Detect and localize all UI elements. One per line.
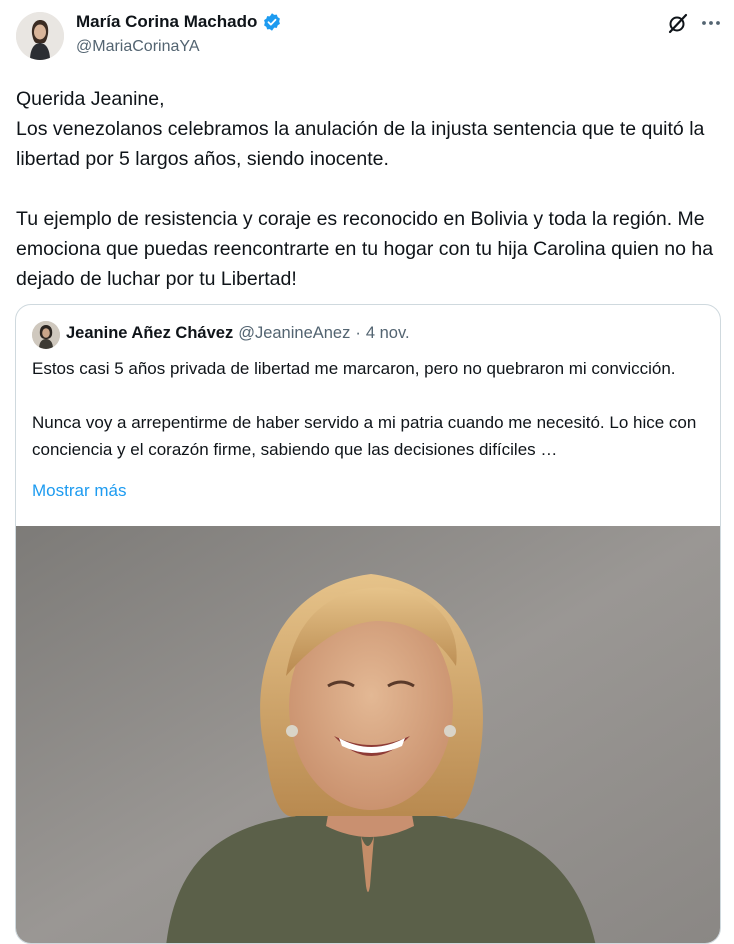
quoted-author-name[interactable]: Jeanine Añez Chávez: [66, 324, 233, 343]
author-handle[interactable]: @MariaCorinaYA: [76, 38, 200, 56]
quoted-tweet-text: Estos casi 5 años privada de libertad me…: [32, 359, 697, 459]
portrait-photo[interactable]: [16, 526, 721, 944]
quoted-tweet-card[interactable]: Jeanine Añez Chávez @JeanineAnez · 4 nov…: [15, 304, 721, 944]
quoted-avatar-image: [32, 321, 60, 349]
quoted-tweet-date[interactable]: 4 nov.: [366, 324, 410, 343]
author-name[interactable]: María Corina Machado: [76, 12, 282, 32]
author-avatar-image: [16, 12, 64, 60]
header-separator: ·: [355, 324, 361, 342]
grok-icon[interactable]: [667, 12, 689, 34]
author-name-text: María Corina Machado: [76, 12, 258, 31]
quoted-author-handle[interactable]: @JeanineAnez: [238, 324, 350, 343]
quoted-author-avatar[interactable]: [32, 321, 60, 349]
verified-badge-icon: [264, 13, 281, 31]
tweet-text: Querida Jeanine, Los venezolanos celebra…: [16, 88, 714, 290]
quoted-tweet-header: Jeanine Añez Chávez @JeanineAnez · 4 nov…: [66, 324, 410, 343]
show-more-link[interactable]: Mostrar más: [32, 481, 126, 501]
author-avatar[interactable]: [16, 12, 64, 60]
more-options-icon[interactable]: [700, 12, 722, 34]
